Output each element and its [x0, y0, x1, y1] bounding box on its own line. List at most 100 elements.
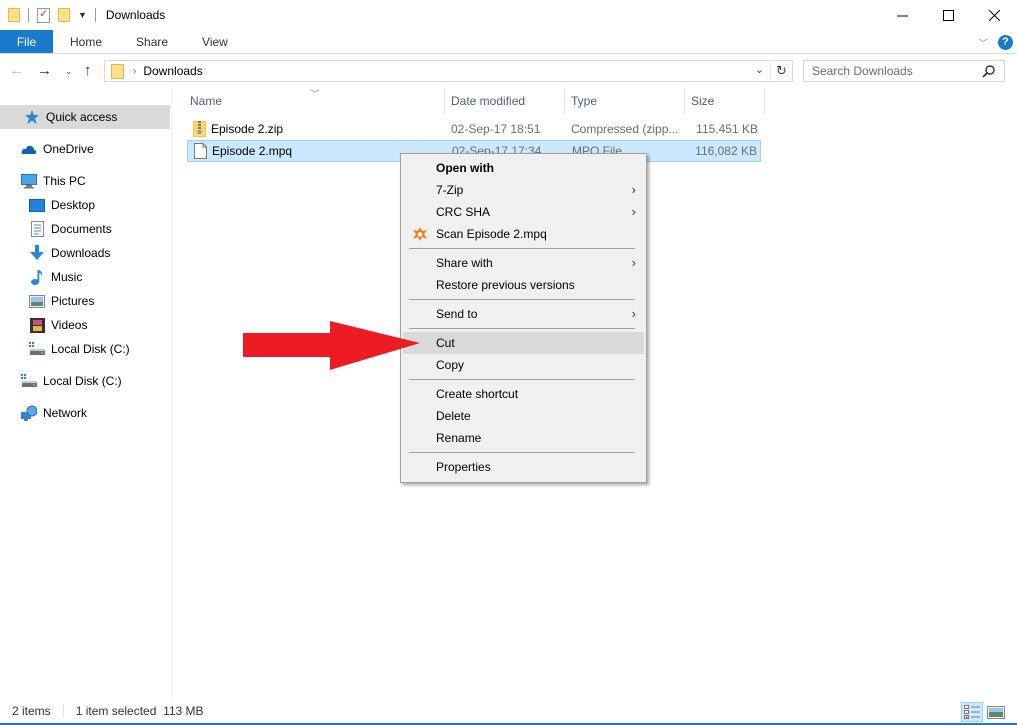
menu-item-label: Cut [436, 336, 455, 350]
breadcrumb-downloads[interactable]: Downloads [143, 64, 202, 78]
menu-item-properties[interactable]: Properties [403, 456, 644, 478]
sidebar-item-label: Pictures [51, 294, 95, 308]
context-menu: Open with 7-Zip › CRC SHA › Scan Episode… [400, 153, 647, 483]
column-header-date-modified[interactable]: Date modified [445, 87, 565, 115]
up-arrow-icon[interactable]: ↑ [84, 62, 92, 79]
navigation-bar: ← → ⌄ ↑ › Downloads ⌄ ↻ [0, 55, 1017, 87]
menu-item-rename[interactable]: Rename [403, 427, 644, 449]
menu-item-send-to[interactable]: Send to › [403, 303, 644, 325]
properties-icon[interactable] [37, 7, 50, 23]
address-dropdown-icon[interactable]: ⌄ [755, 63, 764, 76]
title-bar: ▼ Downloads [0, 0, 1017, 30]
menu-item-scan[interactable]: Scan Episode 2.mpq [403, 223, 644, 245]
menu-separator [409, 452, 635, 453]
tab-file[interactable]: File [0, 30, 53, 53]
status-bar: 2 items 1 item selected 113 MB [0, 699, 1017, 725]
sidebar-item-local-disk-c-root[interactable]: Local Disk (C:) [0, 369, 170, 393]
refresh-button[interactable]: ↻ [770, 60, 793, 82]
file-type: Compressed (zipp... [571, 122, 679, 136]
sidebar-item-videos[interactable]: Videos [0, 313, 170, 337]
menu-separator [409, 379, 635, 380]
menu-item-label: CRC SHA [436, 205, 491, 219]
submenu-arrow-icon: › [631, 255, 636, 270]
search-box[interactable] [803, 60, 1005, 82]
minimize-icon [896, 15, 908, 16]
menu-item-crc-sha[interactable]: CRC SHA › [403, 201, 644, 223]
file-name: Episode 2.mpq [212, 144, 293, 158]
menu-item-open-with[interactable]: Open with [403, 157, 644, 179]
menu-item-label: Restore previous versions [436, 278, 575, 292]
minimize-button[interactable] [879, 0, 925, 30]
breadcrumb-chevron-icon[interactable]: › [133, 66, 136, 77]
recent-locations-chevron-icon[interactable]: ⌄ [65, 66, 73, 77]
sidebar-item-local-disk-c[interactable]: Local Disk (C:) [0, 337, 170, 361]
file-size: 116,082 KB [695, 144, 757, 158]
sidebar-item-onedrive[interactable]: OneDrive [0, 137, 170, 161]
menu-item-cut[interactable]: Cut [403, 332, 644, 354]
maximize-button[interactable] [925, 0, 971, 30]
documents-icon [29, 221, 45, 237]
sidebar-item-label: Music [51, 270, 83, 284]
folder-icon [111, 63, 124, 79]
sidebar-item-quick-access[interactable]: Quick access [0, 105, 170, 129]
sidebar-item-music[interactable]: Music [0, 265, 170, 289]
menu-separator [409, 328, 635, 329]
status-divider [62, 704, 64, 718]
submenu-arrow-icon: › [631, 182, 636, 197]
close-button[interactable] [971, 0, 1017, 30]
expand-ribbon-chevron-icon[interactable]: ﹀ [978, 35, 988, 50]
menu-item-7zip[interactable]: 7-Zip › [403, 179, 644, 201]
sidebar-item-label: Downloads [51, 246, 111, 260]
desktop-icon [29, 197, 45, 213]
file-row[interactable]: Episode 2.zip 02-Sep-17 18:51 Compressed… [187, 119, 761, 141]
sidebar-item-pictures[interactable]: Pictures [0, 289, 170, 313]
menu-item-label: 7-Zip [436, 183, 464, 197]
maximize-icon [942, 9, 954, 21]
music-icon [29, 269, 45, 285]
file-size: 115,451 KB [696, 122, 758, 136]
sidebar-item-label: Local Disk (C:) [43, 374, 122, 388]
address-bar[interactable]: › Downloads ⌄ [104, 60, 771, 82]
menu-item-delete[interactable]: Delete [403, 405, 644, 427]
sidebar-item-label: Documents [51, 222, 112, 236]
tab-home[interactable]: Home [53, 30, 119, 53]
menu-item-restore-previous-versions[interactable]: Restore previous versions [403, 274, 644, 296]
quick-access-toolbar: ▼ [0, 0, 104, 30]
sidebar-item-downloads[interactable]: Downloads [0, 241, 170, 265]
sidebar-item-documents[interactable]: Documents [0, 217, 170, 241]
menu-item-create-shortcut[interactable]: Create shortcut [403, 383, 644, 405]
menu-item-share-with[interactable]: Share with › [403, 252, 644, 274]
tab-share[interactable]: Share [119, 30, 185, 53]
menu-item-label: Create shortcut [436, 387, 519, 401]
sidebar-item-desktop[interactable]: Desktop [0, 193, 170, 217]
menu-item-label: Open with [436, 161, 494, 175]
menu-item-label: Rename [436, 431, 482, 445]
sidebar-item-this-pc[interactable]: This PC [0, 169, 170, 193]
close-icon [988, 9, 1000, 21]
column-header-name[interactable]: Name [184, 87, 445, 115]
view-toggle [959, 702, 1007, 722]
menu-item-copy[interactable]: Copy [403, 354, 644, 376]
forward-arrow-icon[interactable]: → [37, 62, 52, 79]
navigation-pane: Quick access OneDrive This PC Desktop Do… [0, 87, 172, 699]
new-folder-icon[interactable] [58, 8, 70, 22]
search-icon[interactable] [982, 64, 996, 78]
column-header-size[interactable]: Size [685, 87, 765, 115]
zip-folder-icon [193, 121, 206, 137]
drive-icon [21, 373, 37, 389]
file-date-modified: 02-Sep-17 18:51 [451, 122, 541, 136]
help-icon[interactable]: ? [998, 34, 1013, 50]
details-view-button[interactable] [961, 702, 983, 722]
tab-view[interactable]: View [185, 30, 245, 53]
column-header-type[interactable]: Type [565, 87, 685, 115]
star-icon [24, 109, 40, 125]
customize-toolbar-dropdown-icon[interactable]: ▼ [78, 10, 87, 20]
sidebar-item-network[interactable]: Network [0, 401, 170, 425]
videos-icon [29, 317, 45, 333]
red-arrow-annotation [243, 321, 420, 370]
back-arrow-icon[interactable]: ← [9, 62, 24, 79]
large-icons-view-button[interactable] [985, 702, 1007, 722]
menu-item-label: Delete [436, 409, 471, 423]
ribbon-right-controls: ﹀ ? [978, 30, 1013, 54]
search-input[interactable] [804, 64, 974, 78]
